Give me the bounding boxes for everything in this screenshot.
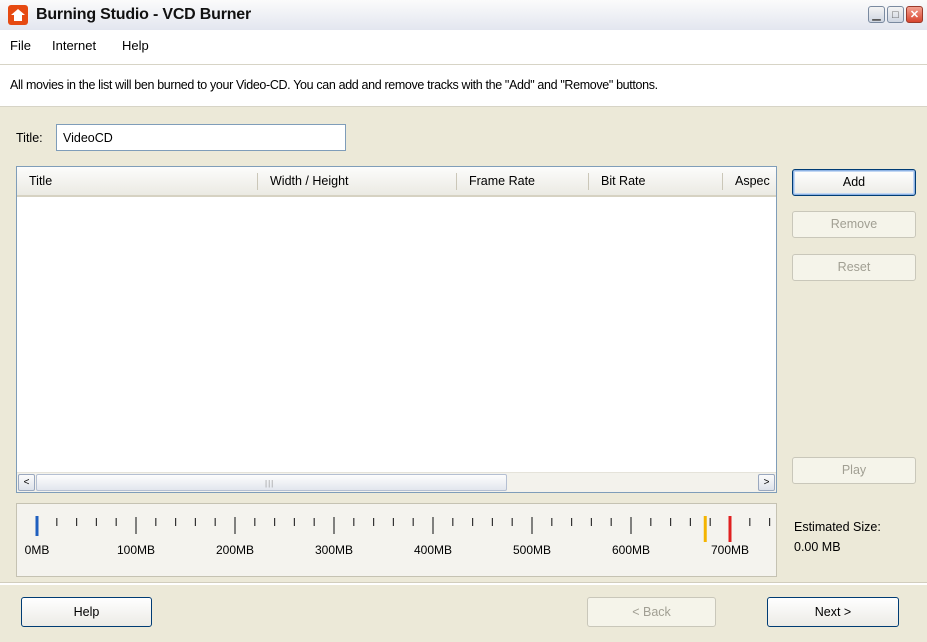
column-header-width-height[interactable]: Width / Height xyxy=(258,167,456,195)
column-header-title[interactable]: Title xyxy=(17,167,257,195)
scroll-right-button[interactable]: > xyxy=(758,474,775,491)
ruler-label: 600MB xyxy=(612,543,650,557)
window-title: Burning Studio - VCD Burner xyxy=(36,6,252,23)
reset-button[interactable]: Reset xyxy=(792,254,916,281)
help-button[interactable]: Help xyxy=(21,597,152,627)
close-icon: ✕ xyxy=(909,9,920,21)
window-controls: ▁ □ ✕ xyxy=(868,6,923,23)
close-button[interactable]: ✕ xyxy=(906,6,923,23)
ruler-label: 200MB xyxy=(216,543,254,557)
arrow-right-icon: > xyxy=(763,477,770,488)
tracks-list[interactable]: Title Width / Height Frame Rate Bit Rate… xyxy=(16,166,777,493)
ruler-label: 300MB xyxy=(315,543,353,557)
menu-internet[interactable]: Internet xyxy=(52,38,96,53)
disc-size-ruler: 0MB 100MB 200MB 300MB 400MB 500MB 600MB 700MB xyxy=(16,503,777,577)
title-field-label: Title: xyxy=(16,131,43,145)
menu-bar: File Internet Help xyxy=(0,30,927,65)
play-button[interactable]: Play xyxy=(792,457,916,484)
home-icon xyxy=(8,5,28,25)
list-header: Title Width / Height Frame Rate Bit Rate… xyxy=(17,167,776,197)
title-input[interactable] xyxy=(56,124,346,151)
ruler-label: 700MB xyxy=(711,543,749,557)
vcd-burner-window: Burning Studio - VCD Burner ▁ □ ✕ File I… xyxy=(0,0,927,642)
back-button[interactable]: < Back xyxy=(587,597,716,627)
scroll-thumb[interactable]: ||| xyxy=(36,474,507,491)
instructions-text: All movies in the list will ben burned t… xyxy=(10,78,658,92)
column-header-frame-rate[interactable]: Frame Rate xyxy=(457,167,588,195)
estimated-size-label: Estimated Size: xyxy=(794,520,881,534)
ruler-graphic: 0MB 100MB 200MB 300MB 400MB 500MB 600MB 700MB xyxy=(25,516,771,557)
info-bar: All movies in the list will ben burned t… xyxy=(0,65,927,107)
menu-file[interactable]: File xyxy=(10,38,31,53)
ruler-label: 500MB xyxy=(513,543,551,557)
estimated-size-value: 0.00 MB xyxy=(794,540,841,554)
minimize-button[interactable]: ▁ xyxy=(868,6,885,23)
ruler-label: 0MB xyxy=(25,543,50,557)
ruler-label: 100MB xyxy=(117,543,155,557)
column-header-aspect[interactable]: Aspec xyxy=(723,167,776,195)
scroll-left-button[interactable]: < xyxy=(18,474,35,491)
footer-separator xyxy=(0,582,927,585)
minimize-icon: ▁ xyxy=(872,9,881,21)
column-header-bit-rate[interactable]: Bit Rate xyxy=(589,167,722,195)
title-bar[interactable]: Burning Studio - VCD Burner ▁ □ ✕ xyxy=(0,0,927,31)
next-button[interactable]: Next > xyxy=(767,597,899,627)
arrow-left-icon: < xyxy=(23,477,30,488)
menu-help[interactable]: Help xyxy=(122,38,149,53)
add-button[interactable]: Add xyxy=(792,169,916,196)
maximize-icon: □ xyxy=(892,9,899,21)
grip-icon: ||| xyxy=(265,479,275,488)
ruler-label: 400MB xyxy=(414,543,452,557)
horizontal-scrollbar[interactable]: < ||| > xyxy=(17,472,776,492)
maximize-button[interactable]: □ xyxy=(887,6,904,23)
remove-button[interactable]: Remove xyxy=(792,211,916,238)
